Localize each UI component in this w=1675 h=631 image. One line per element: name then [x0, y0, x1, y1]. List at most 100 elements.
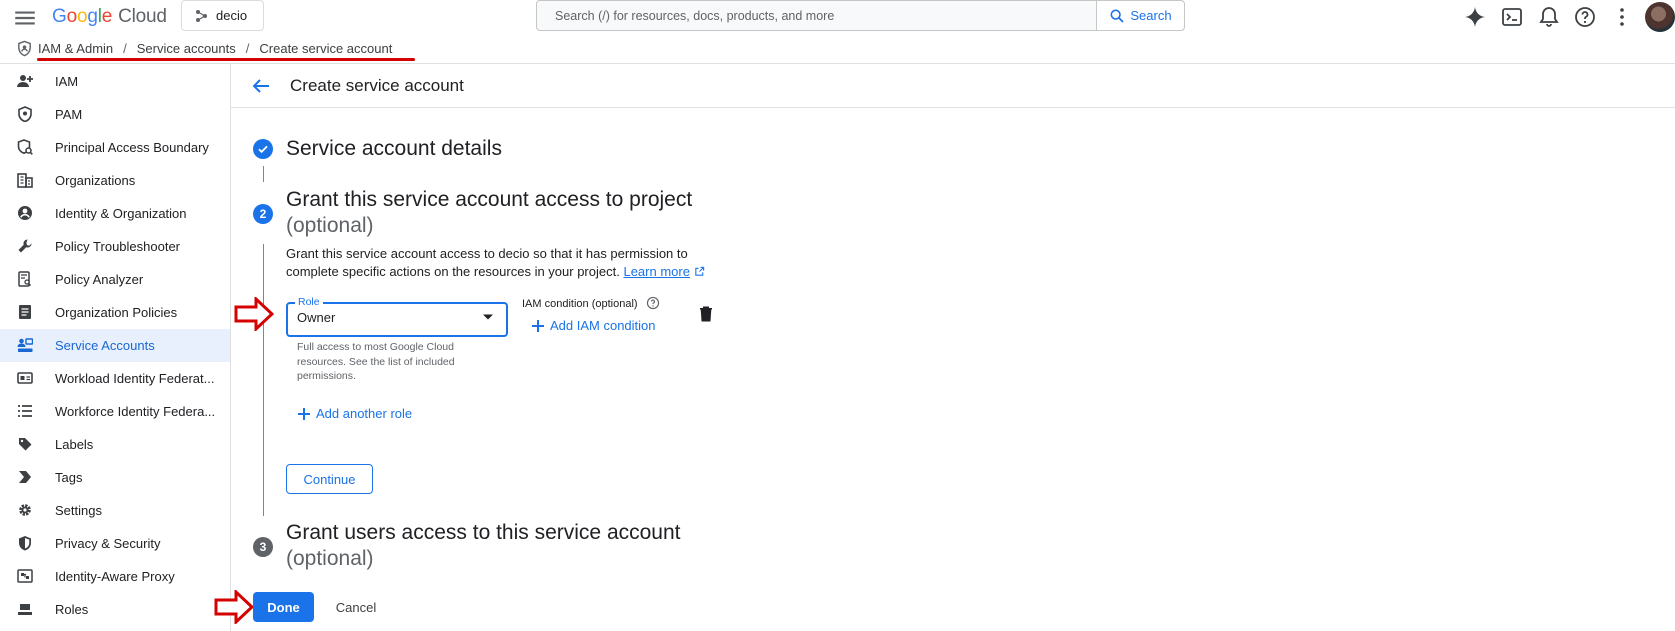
sidebar-item-policy-analyzer[interactable]: Policy Analyzer — [0, 263, 230, 296]
top-bar: Google Cloud decio Search — [0, 0, 1675, 36]
sidebar-item-label: Principal Access Boundary — [55, 140, 209, 155]
add-another-role-button[interactable]: Add another role — [298, 406, 412, 421]
sidebar-item-organization-policies[interactable]: Organization Policies — [0, 296, 230, 329]
annotation-arrow-role — [234, 297, 274, 331]
wrench-icon — [17, 238, 33, 254]
breadcrumb-bar: IAM & Admin / Service accounts / Create … — [0, 36, 1675, 64]
step-2-title: Grant this service account access to pro… — [286, 188, 693, 211]
sidebar-item-workforce-identity-federa[interactable]: Workforce Identity Federa... — [0, 395, 230, 428]
sidebar-item-tags[interactable]: Tags — [0, 461, 230, 494]
iam-condition-label: IAM condition (optional) — [522, 298, 638, 310]
grant-description: Grant this service account access to dec… — [286, 245, 706, 281]
step-3-optional: (optional) — [286, 547, 374, 570]
page-header: Create service account — [231, 64, 1675, 108]
roles-hat-icon — [17, 601, 33, 617]
project-name: decio — [216, 8, 248, 23]
sidebar-item-policy-troubleshooter[interactable]: Policy Troubleshooter — [0, 230, 230, 263]
sidebar-item-privacy-security[interactable]: Privacy & Security — [0, 527, 230, 560]
delete-icon[interactable] — [697, 305, 715, 323]
account-circle-icon — [17, 205, 33, 221]
help-icon[interactable] — [1573, 5, 1597, 29]
breadcrumb-separator: / — [245, 41, 250, 56]
list-icon — [17, 403, 33, 419]
gemini-icon[interactable] — [1463, 5, 1487, 29]
breadcrumb-create-service-account: Create service account — [259, 41, 393, 56]
person-add-icon — [17, 73, 33, 89]
sidebar-item-label: Identity-Aware Proxy — [55, 569, 175, 584]
gear-icon — [17, 502, 33, 518]
plus-icon — [532, 319, 544, 332]
proxy-icon — [17, 568, 33, 584]
project-hub-icon — [196, 9, 207, 22]
breadcrumb-iam-admin[interactable]: IAM & Admin — [38, 41, 113, 56]
step-2-number: 2 — [253, 204, 273, 224]
help-circle-icon[interactable] — [646, 296, 660, 310]
sidebar-item-service-accounts[interactable]: Service Accounts — [0, 329, 230, 362]
breadcrumb-separator: / — [123, 41, 127, 56]
role-label: Role — [295, 296, 323, 308]
search-box: Search — [536, 0, 1185, 31]
id-card-icon — [17, 370, 33, 386]
step-1-title[interactable]: Service account details — [286, 136, 502, 162]
add-iam-condition-button[interactable]: Add IAM condition — [532, 318, 656, 333]
notifications-icon[interactable] — [1537, 5, 1561, 29]
annotation-arrow-done — [214, 590, 254, 624]
sidebar-item-label: Policy Troubleshooter — [55, 239, 181, 254]
sidebar-item-identity-organization[interactable]: Identity & Organization — [0, 197, 230, 230]
search-input[interactable] — [537, 1, 1096, 30]
sidebar-item-identity-aware-proxy[interactable]: Identity-Aware Proxy — [0, 560, 230, 593]
page-title: Create service account — [290, 76, 464, 95]
sidebar-item-label: Service Accounts — [55, 338, 155, 353]
sidebar-item-label: Tags — [55, 470, 83, 485]
sidebar: IAM PAM Principal Access Boundary Organizat… — [0, 64, 231, 631]
sidebar-item-settings[interactable]: Settings — [0, 494, 230, 527]
sidebar-item-label: IAM — [55, 74, 79, 89]
project-picker[interactable]: decio — [181, 0, 264, 31]
step-1-check-icon — [253, 139, 273, 159]
search-icon — [1110, 9, 1125, 23]
step-2-optional: (optional) — [286, 214, 374, 237]
sidebar-item-iam[interactable]: IAM — [0, 65, 230, 98]
sidebar-item-label: Workload Identity Federat... — [55, 371, 215, 386]
learn-more-link[interactable]: Learn more — [623, 264, 689, 279]
step-connector — [263, 244, 264, 516]
cloud-shell-icon[interactable] — [1500, 5, 1524, 29]
avatar[interactable] — [1645, 2, 1675, 32]
document-search-icon — [17, 271, 33, 287]
sidebar-item-label: Policy Analyzer — [55, 272, 144, 287]
more-vert-icon[interactable] — [1610, 5, 1634, 29]
step-connector — [263, 166, 264, 182]
role-value: Owner — [297, 310, 336, 325]
sidebar-item-pam[interactable]: PAM — [0, 98, 230, 131]
search-button[interactable]: Search — [1096, 1, 1184, 30]
continue-button[interactable]: Continue — [286, 464, 373, 494]
sidebar-item-label: Roles — [55, 602, 89, 617]
sidebar-item-organizations[interactable]: Organizations — [0, 164, 230, 197]
policy-icon — [17, 139, 33, 155]
google-cloud-logo[interactable]: Google Cloud — [52, 4, 167, 30]
sidebar-item-principal-access-boundary[interactable]: Principal Access Boundary — [0, 131, 230, 164]
step-3-number: 3 — [253, 537, 273, 557]
sidebar-item-label: Identity & Organization — [55, 206, 187, 221]
role-help-text: Full access to most Google Cloud resourc… — [297, 341, 455, 382]
list-document-icon — [17, 304, 33, 320]
sidebar-item-label: Labels — [55, 437, 94, 452]
sidebar-item-labels[interactable]: Labels — [0, 428, 230, 461]
shield-icon — [17, 106, 33, 122]
privacy-shield-icon — [17, 535, 33, 551]
sidebar-item-label: Privacy & Security — [55, 536, 161, 551]
cancel-button[interactable]: Cancel — [326, 592, 386, 622]
sidebar-item-workload-identity-federat[interactable]: Workload Identity Federat... — [0, 362, 230, 395]
sidebar-item-label: PAM — [55, 107, 83, 122]
plus-icon — [298, 407, 310, 420]
breadcrumb-service-accounts[interactable]: Service accounts — [137, 41, 236, 56]
label-icon — [17, 436, 33, 452]
step-3-title[interactable]: Grant users access to this service accou… — [286, 520, 681, 546]
external-link-icon — [694, 266, 704, 276]
dropdown-caret-icon — [482, 313, 494, 321]
sidebar-item-label: Workforce Identity Federa... — [55, 404, 216, 419]
menu-icon[interactable] — [12, 5, 38, 31]
back-arrow-icon[interactable] — [249, 74, 273, 98]
done-button[interactable]: Done — [253, 592, 314, 622]
sidebar-item-roles[interactable]: Roles — [0, 593, 230, 626]
